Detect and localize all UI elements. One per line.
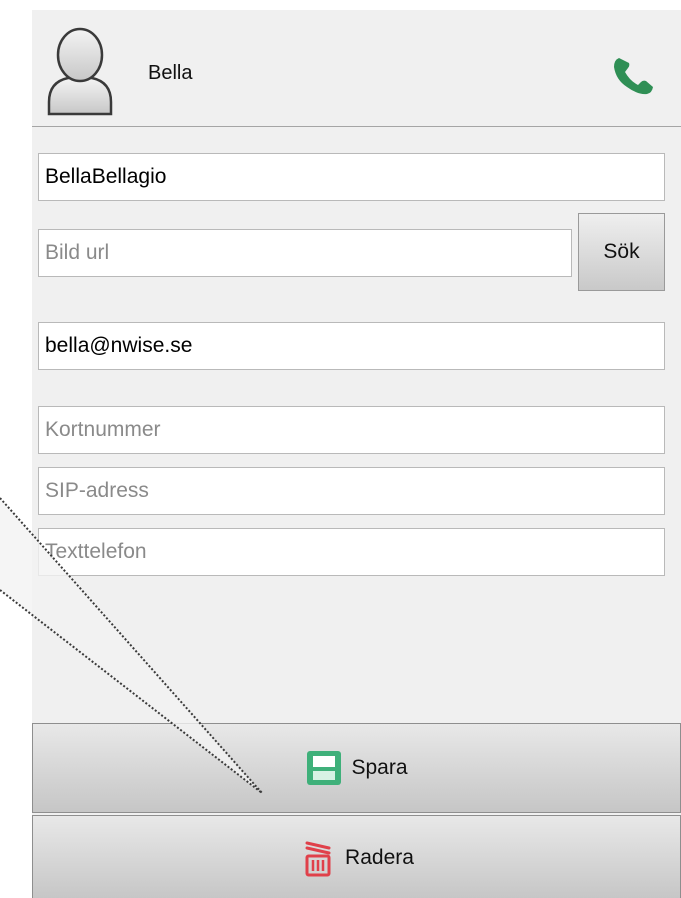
contact-edit-panel: Bella Sök Spara Radera: [32, 10, 681, 898]
delete-button[interactable]: Radera: [32, 815, 681, 898]
delete-label: Radera: [345, 845, 414, 869]
contact-name: Bella: [148, 62, 193, 84]
save-button[interactable]: Spara: [32, 723, 681, 813]
floppy-disk-icon: [307, 751, 342, 785]
email-field[interactable]: [38, 322, 665, 370]
sip-address-field[interactable]: [38, 467, 665, 515]
user-silhouette-icon: [47, 27, 113, 116]
contact-header: Bella: [32, 10, 681, 126]
save-label: Spara: [351, 756, 408, 779]
username-field[interactable]: [38, 153, 665, 201]
search-button[interactable]: Sök: [578, 213, 665, 291]
card-number-field[interactable]: [38, 406, 665, 454]
trash-icon: [305, 841, 331, 876]
phone-icon[interactable]: [610, 52, 656, 98]
image-url-field[interactable]: [38, 229, 572, 277]
header-divider: [32, 126, 681, 127]
text-phone-field[interactable]: [38, 528, 665, 576]
